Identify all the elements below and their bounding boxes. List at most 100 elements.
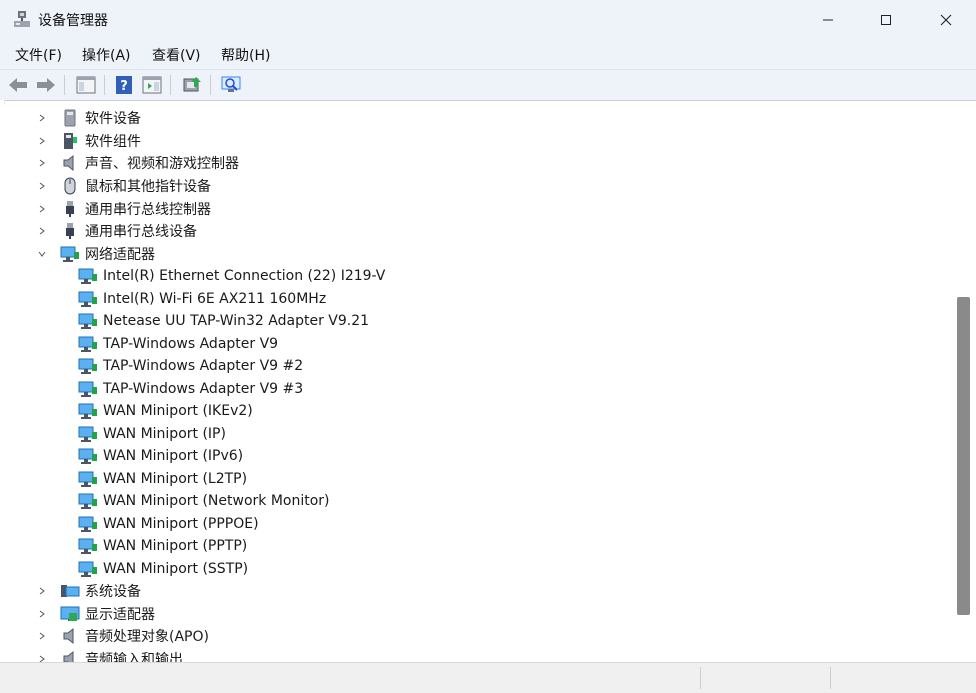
chevron-right-icon[interactable]	[34, 606, 50, 622]
menu-action[interactable]: 操作(A)	[82, 45, 131, 65]
usb-icon	[60, 221, 80, 241]
device-manager-icon	[14, 11, 30, 27]
tree-child-network-adapter[interactable]: TAP-Windows Adapter V9	[78, 333, 278, 355]
chevron-right-icon[interactable]	[34, 628, 50, 644]
tree-child-network-adapter[interactable]: Intel(R) Wi-Fi 6E AX211 160MHz	[78, 288, 326, 310]
network-adapter-icon	[78, 536, 98, 556]
network-adapter-icon	[78, 559, 98, 579]
scrollbar-thumb[interactable]	[957, 297, 970, 615]
tree-child-network-adapter[interactable]: WAN Miniport (SSTP)	[78, 558, 248, 580]
network-adapter-icon	[78, 311, 98, 331]
tree-item-label: 软件设备	[85, 111, 141, 127]
menu-file[interactable]: 文件(F)	[15, 45, 62, 65]
help-icon[interactable]: ?	[112, 73, 136, 97]
tree-item-software-devices[interactable]: 软件设备	[34, 107, 141, 129]
network-adapter-icon	[78, 266, 98, 286]
window-title: 设备管理器	[38, 13, 108, 29]
forward-icon[interactable]	[34, 73, 58, 97]
close-icon	[940, 14, 952, 26]
update-driver-icon[interactable]	[180, 73, 204, 97]
network-adapter-icon	[78, 379, 98, 399]
chevron-right-icon[interactable]	[34, 651, 50, 662]
tree-item-label: 网络适配器	[85, 247, 155, 263]
tree-item-label: WAN Miniport (L2TP)	[103, 471, 248, 487]
tree-item-label: 显示适配器	[85, 607, 155, 623]
tree-item-system-devices[interactable]: 系统设备	[34, 580, 141, 602]
tree-child-network-adapter[interactable]: Intel(R) Ethernet Connection (22) I219-V	[78, 265, 385, 287]
tree-item-label: 系统设备	[85, 584, 141, 600]
system-device-icon	[60, 581, 80, 601]
status-panel	[700, 667, 831, 689]
tree-item-label: 音频输入和输出	[85, 652, 183, 662]
network-adapter-icon	[78, 514, 98, 534]
tree-item-network-adapters[interactable]: 网络适配器	[34, 243, 155, 265]
tree-item-label: TAP-Windows Adapter V9 #3	[103, 381, 304, 397]
chevron-right-icon[interactable]	[34, 133, 50, 149]
tree-item-software-components[interactable]: 软件组件	[34, 130, 141, 152]
chevron-right-icon[interactable]	[34, 223, 50, 239]
close-button[interactable]	[916, 0, 976, 40]
tree-item-sound-video-game-controllers[interactable]: 声音、视频和游戏控制器	[34, 152, 239, 174]
title-bar: 设备管理器	[0, 0, 976, 40]
toolbar: ?	[0, 70, 976, 101]
speaker-icon	[60, 626, 80, 646]
back-icon[interactable]	[6, 73, 30, 97]
tree-child-network-adapter[interactable]: WAN Miniport (PPPOE)	[78, 513, 259, 535]
network-adapter-icon	[78, 401, 98, 421]
chevron-right-icon[interactable]	[34, 110, 50, 126]
tree-child-network-adapter[interactable]: WAN Miniport (PPTP)	[78, 535, 247, 557]
tree-item-audio-inputs-outputs[interactable]: 音频输入和输出	[34, 648, 183, 662]
menu-view[interactable]: 查看(V)	[152, 45, 201, 65]
tree-item-label: WAN Miniport (IPv6)	[103, 448, 244, 464]
chevron-down-icon[interactable]	[34, 246, 50, 262]
speaker-icon	[60, 153, 80, 173]
network-adapter-icon	[60, 244, 80, 264]
tree-item-label: WAN Miniport (Network Monitor)	[103, 493, 330, 509]
network-adapter-icon	[78, 491, 98, 511]
menu-bar: 文件(F) 操作(A) 查看(V) 帮助(H)	[0, 40, 976, 70]
toolbar-separator	[170, 75, 171, 95]
menu-help[interactable]: 帮助(H)	[221, 45, 270, 65]
toolbar-separator	[104, 75, 105, 95]
tree-item-label: 通用串行总线设备	[85, 224, 197, 240]
maximize-button[interactable]	[857, 0, 915, 40]
usb-icon	[60, 199, 80, 219]
tree-item-mice[interactable]: 鼠标和其他指针设备	[34, 175, 211, 197]
toolbar-separator	[64, 75, 65, 95]
chevron-right-icon[interactable]	[34, 155, 50, 171]
tree-item-display-adapters[interactable]: 显示适配器	[34, 603, 155, 625]
tree-child-network-adapter[interactable]: WAN Miniport (Network Monitor)	[78, 490, 330, 512]
network-adapter-icon	[78, 469, 98, 489]
tree-item-label: 音频处理对象(APO)	[85, 629, 209, 645]
tree-child-network-adapter[interactable]: TAP-Windows Adapter V9 #2	[78, 355, 303, 377]
chevron-right-icon[interactable]	[34, 583, 50, 599]
tree-item-usb-controllers[interactable]: 通用串行总线控制器	[34, 198, 211, 220]
svg-text:?: ?	[120, 79, 128, 94]
status-panel	[830, 667, 971, 689]
software-component-icon	[60, 131, 80, 151]
tree-item-usb-devices[interactable]: 通用串行总线设备	[34, 220, 197, 242]
tree-child-network-adapter[interactable]: WAN Miniport (IPv6)	[78, 445, 243, 467]
tree-child-network-adapter[interactable]: WAN Miniport (IP)	[78, 423, 226, 445]
display-adapter-icon	[60, 604, 80, 624]
tree-child-network-adapter[interactable]: TAP-Windows Adapter V9 #3	[78, 378, 303, 400]
tree-item-label: WAN Miniport (PPTP)	[103, 538, 248, 554]
tree-item-label: 软件组件	[85, 134, 141, 150]
tree-item-label: Intel(R) Ethernet Connection (22) I219-V	[103, 268, 386, 284]
tree-item-label: WAN Miniport (IKEv2)	[103, 403, 253, 419]
device-tree: 软件设备 软件组件 声音、视频和游戏控制器 鼠标和其他指针设备 通用串行总线控制…	[4, 104, 956, 662]
tree-item-label: Intel(R) Wi-Fi 6E AX211 160MHz	[103, 291, 327, 307]
tree-item-label: 通用串行总线控制器	[85, 202, 211, 218]
show-hide-console-tree-icon[interactable]	[74, 73, 98, 97]
software-device-icon	[60, 108, 80, 128]
scan-hardware-icon[interactable]	[219, 73, 243, 97]
tree-child-network-adapter[interactable]: WAN Miniport (L2TP)	[78, 468, 247, 490]
properties-panel-icon[interactable]	[140, 73, 164, 97]
chevron-right-icon[interactable]	[34, 178, 50, 194]
tree-item-audio-processing-objects[interactable]: 音频处理对象(APO)	[34, 625, 209, 647]
tree-child-network-adapter[interactable]: Netease UU TAP-Win32 Adapter V9.21	[78, 310, 369, 332]
minimize-button[interactable]	[799, 0, 857, 40]
tree-item-label: 声音、视频和游戏控制器	[85, 156, 239, 172]
chevron-right-icon[interactable]	[34, 201, 50, 217]
tree-child-network-adapter[interactable]: WAN Miniport (IKEv2)	[78, 400, 253, 422]
